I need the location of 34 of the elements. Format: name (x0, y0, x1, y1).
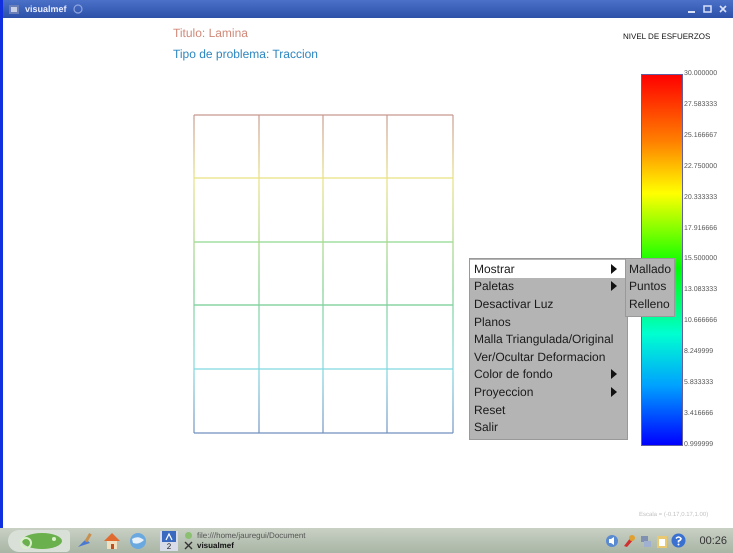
menu-item[interactable]: Planos (470, 312, 627, 330)
menu-item[interactable]: Mallado (626, 260, 674, 278)
window-title: visualmef (25, 4, 67, 14)
x-icon (184, 541, 193, 550)
task-button[interactable]: file:///home/jauregui/Document (184, 531, 306, 540)
task-button[interactable]: visualmef (184, 541, 306, 550)
help-icon[interactable] (671, 533, 686, 548)
menu-item[interactable]: Relleno (626, 295, 674, 313)
menu-item[interactable]: Mostrar (470, 260, 627, 278)
app-icon (9, 4, 19, 14)
menu-item[interactable]: Ver/Ocultar Deformacion (470, 348, 627, 366)
menu-item[interactable]: Puntos (626, 278, 674, 296)
maximize-icon[interactable] (703, 4, 713, 14)
menu-item[interactable]: Desactivar Luz (470, 295, 627, 313)
desktop-number[interactable]: 2 (166, 542, 172, 550)
menu-item[interactable]: Reset (470, 400, 627, 418)
pin-icon[interactable] (72, 4, 83, 14)
menu-item[interactable]: Malla Triangulada/Original (470, 330, 627, 348)
browser-icon (184, 531, 193, 540)
network-icon[interactable] (639, 534, 654, 548)
close-icon[interactable] (719, 4, 727, 14)
menu-item[interactable]: Salir (470, 418, 627, 436)
clock[interactable]: 00:26 (699, 534, 727, 546)
desktop-icon[interactable] (162, 530, 176, 542)
speaker-icon[interactable] (605, 534, 620, 548)
clipboard-icon[interactable] (656, 534, 668, 548)
problem-type: Tipo de problema: Traccion (173, 47, 318, 61)
menu-item[interactable]: Paletas (470, 278, 627, 296)
menu-item[interactable]: Proyeccion (470, 383, 627, 401)
menu-item[interactable]: Color de fondo (470, 366, 627, 384)
legend-title: NIVEL DE ESFUERZOS (623, 32, 710, 41)
model-title: Titulo: Lamina (173, 26, 249, 40)
start-button[interactable] (8, 530, 70, 552)
home-icon[interactable] (102, 530, 122, 550)
